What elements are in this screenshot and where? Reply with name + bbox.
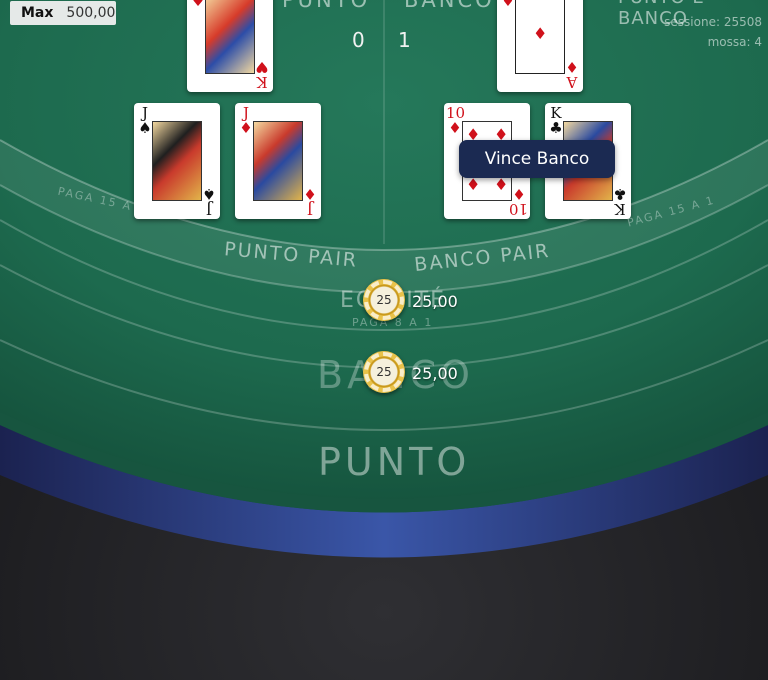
punto-zone[interactable]: PUNTO	[318, 440, 470, 484]
max-bet-badge: Max 500,00	[10, 1, 116, 25]
punto-header: PUNTO	[282, 0, 371, 12]
punto-card-2: J ♠ J ♠	[134, 103, 220, 219]
max-value: 500,00	[66, 5, 116, 21]
diamond-icon: ♦	[533, 24, 548, 43]
punto-card-1: K♥ K♥	[187, 0, 273, 92]
banco-bet-amount: 25,00	[412, 364, 458, 383]
jack-face-icon	[253, 121, 303, 201]
banco-card-1: A♦ ♦ A♦	[497, 0, 583, 92]
punto-score: 0	[352, 28, 365, 52]
egalite-chip[interactable]: 25	[363, 279, 405, 321]
punto-card-3: J ♦ J ♦	[235, 103, 321, 219]
egalite-bet-amount: 25,00	[412, 292, 458, 311]
king-face-icon	[205, 0, 255, 74]
banco-score: 1	[398, 28, 411, 52]
max-label: Max	[21, 5, 54, 21]
baccarat-table: Max 500,00 PUNTO BANCO PUNTO E BANCO 0 1…	[0, 0, 768, 680]
move-number: mossa: 4	[707, 35, 762, 49]
banco-header: BANCO	[404, 0, 495, 12]
table-felt	[0, 0, 768, 680]
diamond-icon: ♦	[494, 175, 509, 194]
banco-chip[interactable]: 25	[363, 351, 405, 393]
session-number: sessione: 25508	[664, 15, 762, 29]
winner-badge: Vince Banco	[459, 140, 615, 178]
diamond-icon: ♦	[466, 175, 481, 194]
jack-face-icon	[152, 121, 202, 201]
